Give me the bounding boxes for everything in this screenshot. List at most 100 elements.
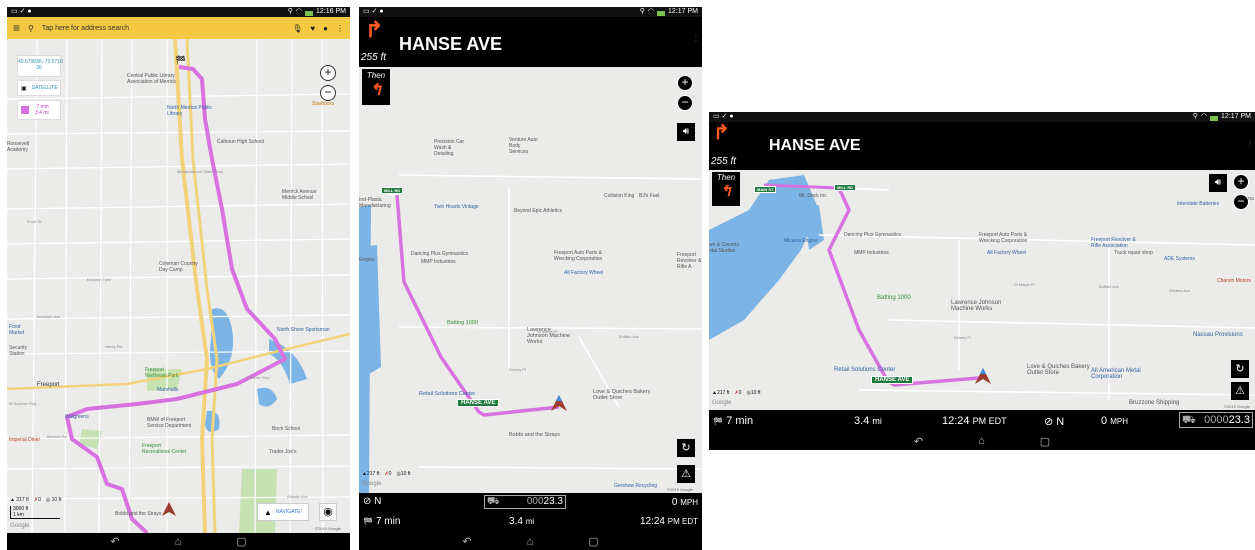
map-poi[interactable]: Central Public Library Association of Me… — [127, 73, 187, 85]
sound-button[interactable]: 🔊︎ — [677, 123, 695, 141]
map-poi[interactable]: Retail Solutions Center — [834, 367, 895, 373]
navigate-button[interactable]: ▲ NAVIGATE! — [257, 503, 309, 521]
map-poi[interactable]: Freeport Northeast Park — [145, 367, 185, 379]
person-icon[interactable]: ● — [323, 24, 328, 33]
map-poi[interactable]: Freeport Auto Parts & Wrecking Corporati… — [979, 232, 1039, 244]
search-input[interactable]: Tap here for address search — [42, 25, 284, 32]
zoom-in-button[interactable]: + — [677, 75, 693, 91]
favorites-heart-icon[interactable]: ♥ — [310, 24, 315, 33]
zoom-in-button[interactable]: + — [1233, 174, 1249, 190]
back-icon[interactable]: ↶ — [462, 535, 471, 548]
map-poi[interactable]: All Factory Wheel — [564, 270, 603, 276]
map-poi[interactable]: Truck repair shop — [1114, 250, 1153, 256]
zoom-out-button[interactable]: − — [1233, 194, 1249, 210]
map-poi[interactable]: Roosevelt Academy — [7, 141, 35, 153]
recents-icon[interactable]: ▢ — [588, 535, 598, 548]
map-poi[interactable]: Batting 1000 — [447, 320, 478, 326]
map-poi[interactable]: ADE Systems — [1164, 256, 1195, 262]
home-icon[interactable]: ⌂ — [527, 536, 534, 548]
header-menu-icon[interactable]: ⋮ — [1247, 140, 1253, 147]
map-poi[interactable]: Freeport — [37, 382, 60, 388]
map-poi[interactable]: MMP Industries — [421, 259, 456, 265]
map-poi[interactable]: Trader Joe's — [269, 449, 296, 455]
map-poi[interactable]: Freeport Revolver & Rifle A — [677, 252, 702, 270]
map-poi[interactable]: Lawrence Johnson Machine Works — [951, 300, 1006, 312]
recents-icon[interactable]: ▢ — [1040, 435, 1050, 448]
map-poi[interactable]: Merrick Avenue Middle School — [282, 189, 327, 201]
navigation-map[interactable]: Mr. Dock Inc Dancing Plus Gymnastics Mic… — [709, 170, 1255, 410]
map-poi[interactable]: Starbucks — [312, 101, 334, 107]
map-poi[interactable]: Charvin Motors — [1217, 278, 1251, 284]
home-icon[interactable]: ⌂ — [978, 435, 985, 447]
map-poi[interactable]: Imperial Diner — [9, 437, 40, 443]
map-canvas — [359, 67, 702, 493]
map-poi[interactable]: Marshalls — [157, 387, 178, 393]
map-poi[interactable]: Gershow Recycling — [614, 483, 657, 489]
address-search-bar[interactable]: ≡ ⚲ Tap here for address search 🎙︎ ♥ ● ⋮ — [7, 17, 350, 39]
recalculate-button[interactable]: ↻ — [1231, 360, 1249, 378]
menu-icon[interactable]: ≡ — [13, 21, 20, 35]
route-summary-card[interactable]: 7 min 3.4 mi — [17, 100, 61, 120]
map-poi[interactable]: Collision King — [604, 193, 634, 199]
back-icon[interactable]: ↶ — [110, 535, 119, 548]
map-poi[interactable]: Bruzzone Shipping — [1129, 400, 1179, 406]
eta-unit: PM EDT — [667, 517, 698, 526]
map-poi[interactable]: North Merrick Public Library — [167, 105, 212, 117]
map-poi[interactable]: Birch School — [272, 426, 300, 432]
zoom-in-button[interactable]: + — [320, 65, 336, 81]
map-poi[interactable]: Venture Auto Body Services — [509, 137, 539, 155]
satellite-toggle[interactable]: ▣ SATELLITE — [17, 80, 61, 96]
map-poi[interactable]: Bobbi and the Strays — [509, 432, 560, 438]
map-poi[interactable]: Batting 1000 — [877, 295, 911, 301]
map-poi[interactable]: Retail Solutions Center — [419, 391, 475, 397]
coordinates-card[interactable]: 40.679935,-73.5710 36 — [17, 55, 63, 77]
map-poi[interactable]: Twin Hearts Vintage — [434, 204, 479, 210]
map-poi[interactable]: All American Metal Corporation — [1091, 368, 1151, 380]
map-poi[interactable]: Beyond Epic Athletics — [514, 208, 562, 214]
rotate-icon: ↻ — [1235, 363, 1245, 375]
map-poi[interactable]: Ind-Plastic Manufacturing — [359, 197, 391, 209]
map-poi[interactable]: Walgreens — [65, 414, 89, 420]
map-poi[interactable]: Interstate Batteries — [1177, 201, 1219, 207]
map-poi[interactable]: Love & Quiches Bakery Outlet Store — [593, 389, 653, 401]
map-poi[interactable]: All Factory Wheel — [987, 250, 1026, 256]
sound-button[interactable]: 🔊︎ — [1209, 174, 1227, 192]
map-poi[interactable]: Security Station — [9, 345, 34, 357]
zoom-out-button[interactable]: − — [677, 95, 693, 111]
map-poi[interactable]: Freeport Revolver & Rifle Association — [1091, 237, 1146, 249]
map-poi[interactable]: BJ's Fuel — [639, 193, 659, 199]
map-poi[interactable]: Calhoun High School — [217, 139, 264, 145]
map-poi[interactable]: Love & Quiches Bakery Outlet Store — [1027, 364, 1092, 376]
street-label: Henry Rd — [105, 344, 122, 349]
recents-icon[interactable]: ▢ — [236, 535, 246, 548]
map-poi[interactable]: Precision Car Wash & Detailing — [434, 139, 469, 157]
navigation-map[interactable]: Precision Car Wash & Detailing Venture A… — [359, 67, 702, 493]
microphone-icon[interactable]: 🎙︎ — [292, 24, 302, 33]
map-poi[interactable]: Coleman Country Day Camp — [159, 261, 199, 273]
zoom-out-button[interactable]: − — [320, 85, 336, 101]
map-poi[interactable]: Micanis Engine — [784, 238, 818, 244]
header-menu-icon[interactable]: ⋮ — [693, 35, 699, 42]
back-icon[interactable]: ↶ — [914, 435, 923, 448]
map-poi[interactable]: Empire — [359, 257, 375, 263]
more-options-icon[interactable]: ⋮ — [336, 24, 344, 33]
map-poi[interactable]: North Shore Sportsman — [277, 327, 330, 333]
map-poi[interactable]: Freeport Recreational Center — [142, 443, 187, 455]
home-icon[interactable]: ⌂ — [175, 536, 182, 548]
map-view[interactable]: Central Public Library Association of Me… — [7, 39, 350, 533]
map-poi[interactable]: Dancing Plus Gymnastics — [844, 232, 901, 238]
map-poi[interactable]: Bobbi and the Strays — [115, 511, 161, 517]
map-poi[interactable]: wn & Country ntal Studios — [709, 242, 739, 254]
map-poi[interactable]: Freeport Auto Parts & Wrecking Corporati… — [554, 250, 609, 262]
map-poi[interactable]: BMW of Freeport Service Department — [147, 417, 197, 429]
map-poi[interactable]: MMP Industries — [854, 250, 889, 256]
my-location-button[interactable]: ◉ — [319, 503, 337, 521]
report-hazard-button[interactable]: ⚠ — [1231, 382, 1249, 400]
report-hazard-button[interactable]: ⚠ — [677, 465, 695, 483]
map-poi[interactable]: Mr. Dock Inc — [799, 193, 827, 199]
map-poi[interactable]: Nassau Provisions — [1193, 332, 1243, 338]
map-poi[interactable]: Dancing Plus Gymnastics — [411, 251, 468, 257]
recalculate-button[interactable]: ↻ — [677, 439, 695, 457]
google-logo: Google — [10, 523, 30, 529]
map-poi[interactable]: Food Market — [9, 324, 34, 336]
